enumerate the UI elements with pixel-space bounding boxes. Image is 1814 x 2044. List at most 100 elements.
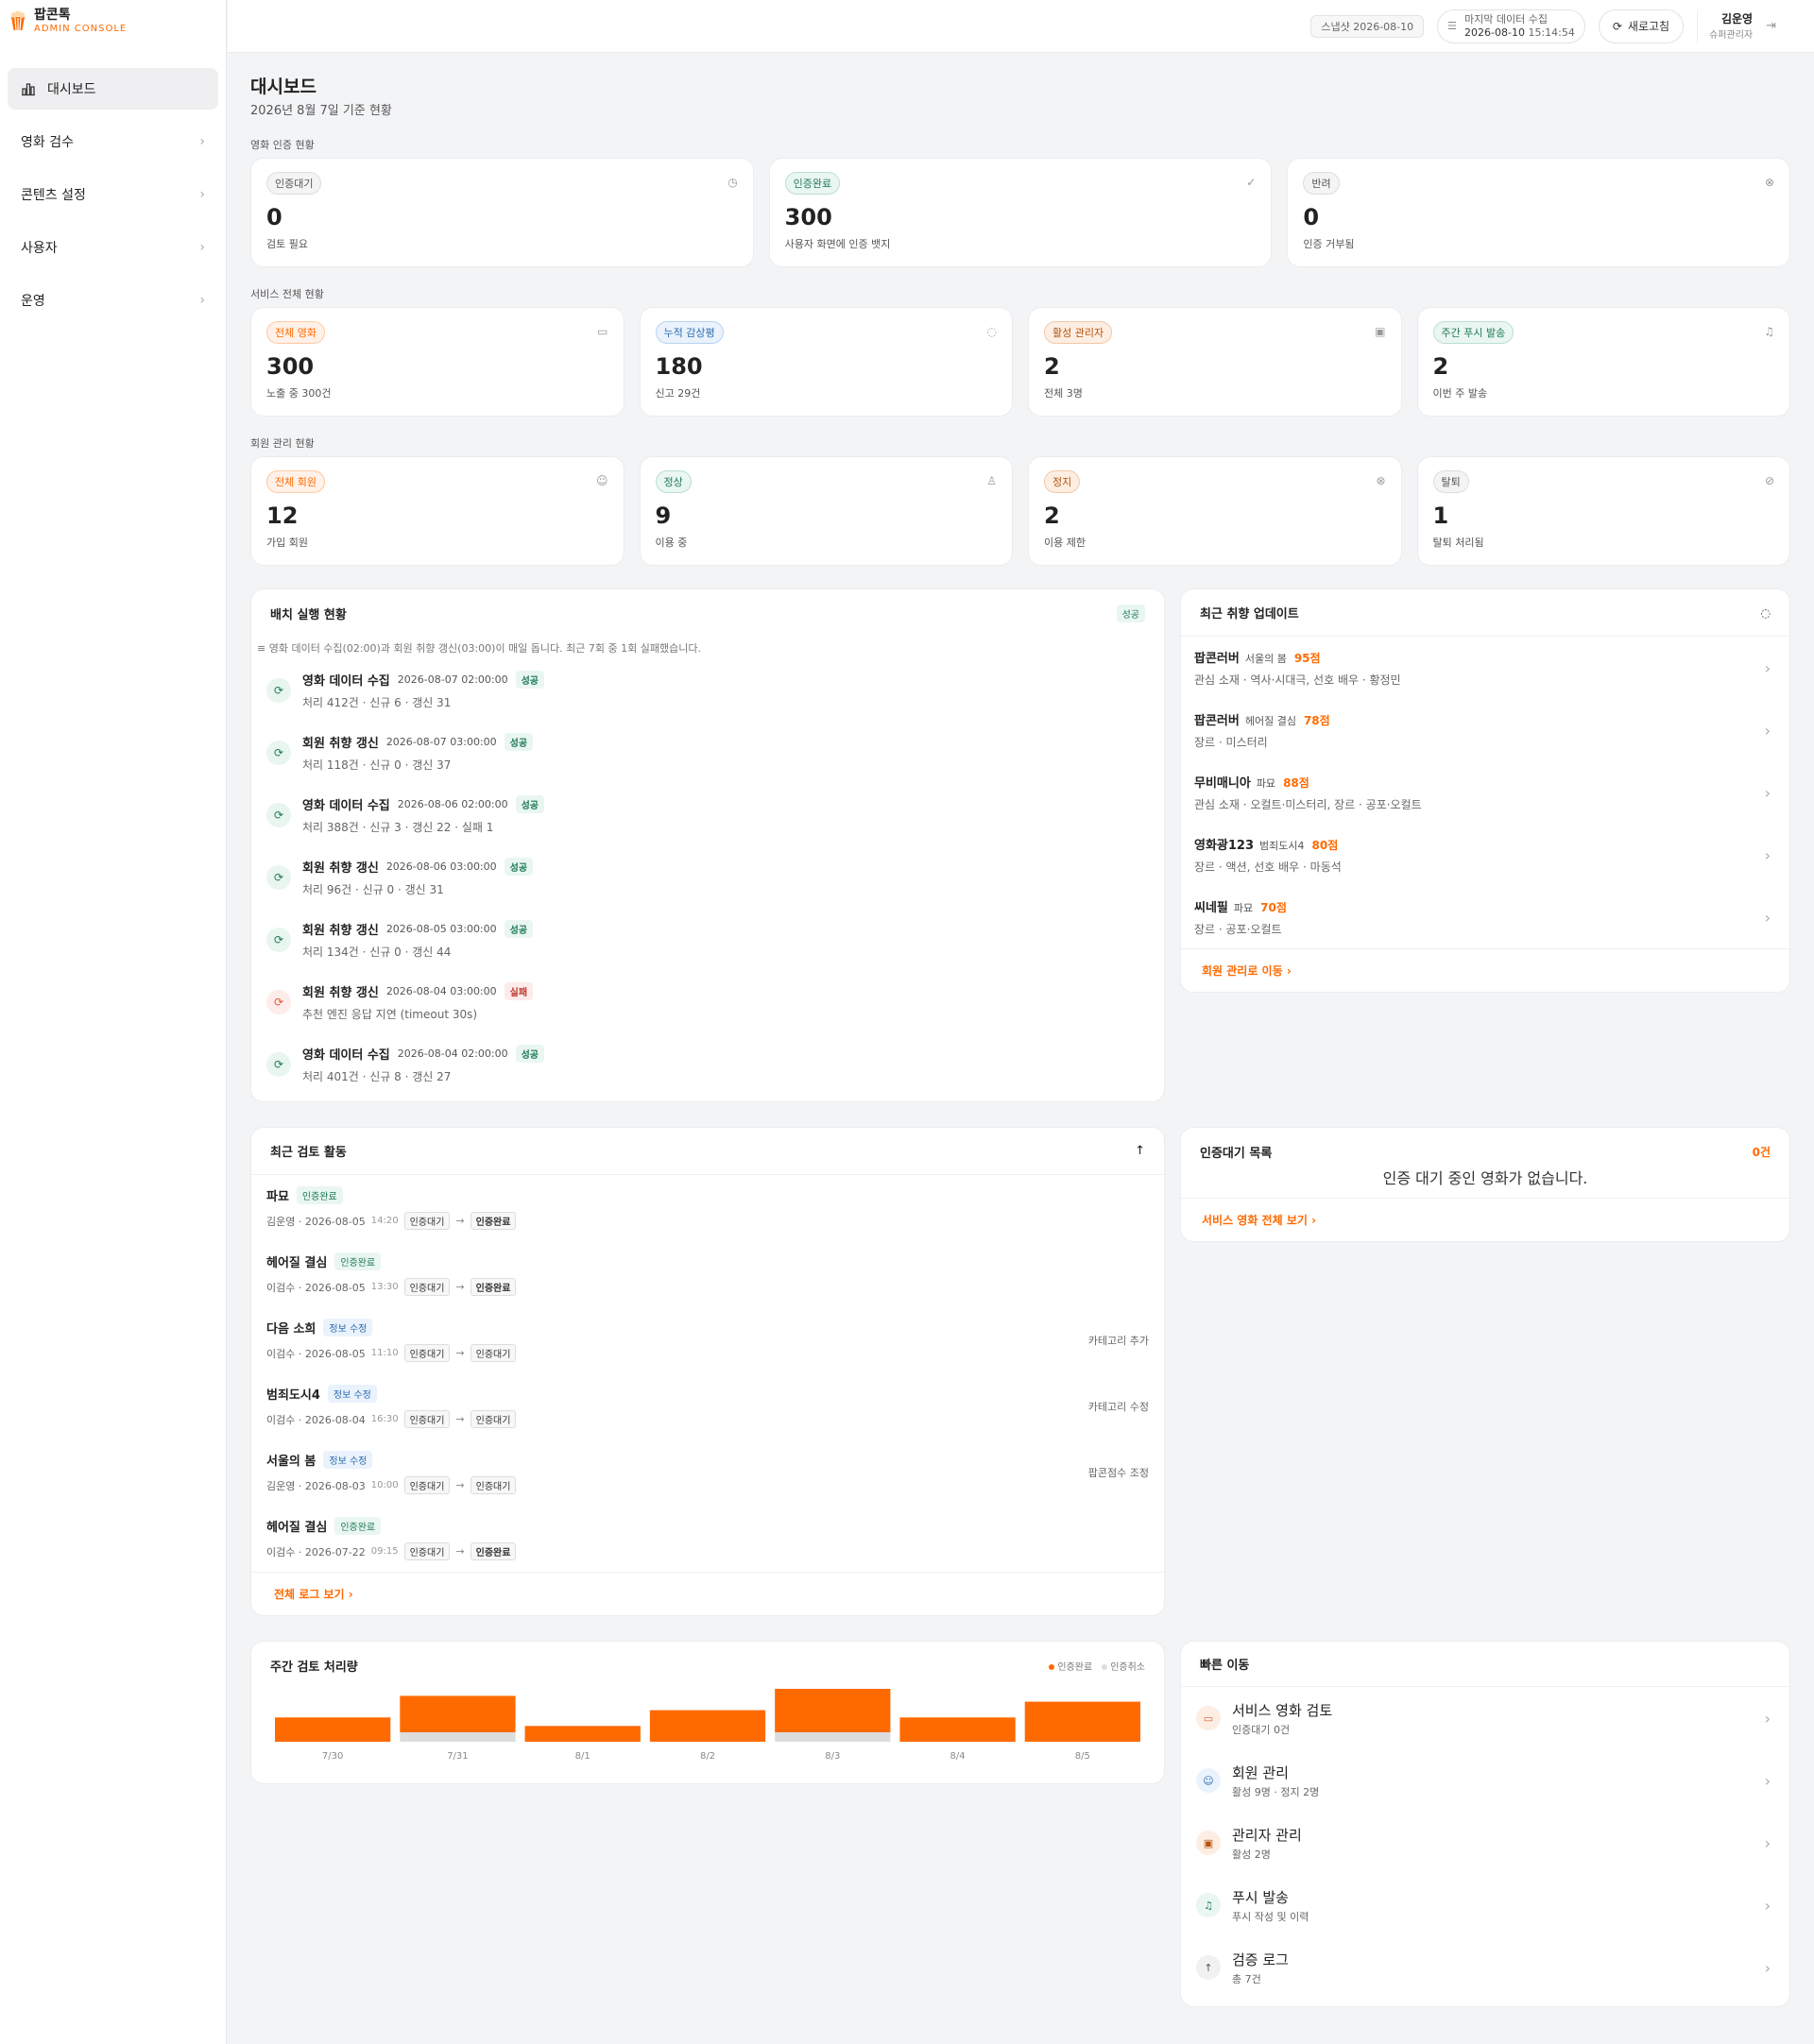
stat-tag: 반려 [1303,172,1340,195]
batch-item-body: 영화 데이터 수집 2026-08-04 02:00:00 성공 처리 401건 · … [302,1045,545,1096]
sidebar-item-dashboard[interactable]: 대시보드 [8,68,218,110]
taste-item[interactable]: 영화광123 범죄도시4 80점 장르 · 액션, 선호 배우 · 마동석 › [1181,824,1789,886]
stat-card-pending[interactable]: 인증대기 ◷ 0 검토 필요 [250,158,754,267]
batch-item-name: 영화 데이터 수집 [302,799,390,813]
quick-link-item[interactable]: ↑ 검증 로그 총 7건 › [1181,1936,1789,1999]
batch-item-body: 영화 데이터 수집 2026-08-06 02:00:00 성공 처리 388건 · … [302,795,545,846]
stat-tag: 인증완료 [784,172,841,195]
sidebar: 팝콘톡 ADMIN CONSOLE 대시보드 영화 검수 › 콘텐츠 설정 › … [0,0,227,2044]
review-item-header: 헤어질 결심 인증완료 [266,1252,516,1270]
last-collect-info: ☰ 마지막 데이터 수집 2026-08-10 15:14:54 [1437,9,1585,43]
batch-item[interactable]: ⟳ 회원 취향 갱신 2026-08-04 03:00:00 실패 추천 엔진 응답 지… [251,971,1164,1033]
taste-item[interactable]: 씨네필 파묘 70점 장르 · 공포·오컬트 › [1181,886,1789,948]
users-icon: ☺ [595,474,608,487]
member-manage-link[interactable]: 회원 관리로 이동 › [1181,948,1789,992]
sidebar-item-operations[interactable]: 운영 › [8,280,218,321]
stat-card-admins[interactable]: 활성 관리자 ▣ 2 전체 3명 [1028,307,1402,417]
weekly-bar-chart: 7/30 7/31 8/1 8/2 8/3 8/4 8/5 [275,1689,1140,1762]
taste-item-header: 팝콘러버 서울의 봄 95점 [1194,648,1401,666]
legend-dot [1049,1663,1055,1670]
review-item[interactable]: 헤어질 결심 인증완료이검수 · 2026-08-05 13:30 인증대기 → 인증완료 [251,1241,1164,1307]
state-to-chip: 인증대기 [470,1410,517,1428]
members-stats-row: 전체 회원 ☺ 12 가입 회원 정상 ♙ 9 이용 중 정지 ⊗ 2 이용 제… [250,456,1790,566]
chevron-right-icon: › [1764,721,1771,740]
review-item[interactable]: 헤어질 결심 인증완료 이검수 · 2026-07-22 09:15 인증대기 → 인증완료 [251,1506,1164,1572]
batch-item[interactable]: ⟳ 회원 취향 갱신 2026-08-06 03:00:00 성공 처리 96건 · 신… [251,846,1164,909]
stat-card-certified[interactable]: 인증완료 ✓ 300 사용자 화면에 인증 뱃지 [768,158,1273,267]
taste-movie: 헤어질 결심 [1244,715,1296,727]
batch-item-header: 영화 데이터 수집 2026-08-07 02:00:00 성공 [302,671,545,689]
batch-item[interactable]: ⟳ 회원 취향 갱신 2026-08-05 03:00:00 성공 처리 134건 · … [251,909,1164,971]
review-item-body: 파묘 인증완료 김운영 · 2026-08-05 14:20 인증대기 → 인증완료 [266,1186,517,1230]
quick-link-desc: 인증대기 0건 [1232,1723,1291,1736]
taste-user: 팝콘러버 [1194,652,1240,666]
quick-link-item[interactable]: ▣ 관리자 관리 활성 2명 › [1181,1812,1789,1874]
chevron-right-icon: › [1764,845,1771,864]
stat-card-withdrawn[interactable]: 탈퇴 ⊘ 1 탈퇴 처리됨 [1416,456,1790,566]
info-icon: ≡ [257,642,269,655]
all-logs-link[interactable]: 전체 로그 보기 › [251,1572,1164,1615]
batch-item[interactable]: ⟳ 회원 취향 갱신 2026-08-07 03:00:00 성공 처리 118건 · … [251,722,1164,784]
batch-item[interactable]: ⟳ 영화 데이터 수집 2026-08-04 02:00:00 성공 처리 401건 ·… [251,1033,1164,1096]
stat-card-reviews[interactable]: 누적 감상평 ◌ 180 신고 29건 [639,307,1013,417]
quick-link-item[interactable]: ♫ 푸시 발송 푸시 작성 및 이력 › [1181,1874,1789,1936]
logout-icon[interactable]: ⇥ [1766,19,1776,33]
state-to-chip: 인증완료 [470,1278,517,1296]
quick-link-item[interactable]: ☺ 회원 관리 활성 9명 · 정지 2명 › [1181,1749,1789,1812]
review-item[interactable]: 서울의 봄 정보 수정 김운영 · 2026-08-03 10:00 인증대기 → 인증대기… [251,1439,1164,1506]
refresh-button[interactable]: ⟳ 새로고침 [1598,9,1685,43]
quick-link-text: 관리자 관리 활성 2명 [1232,1825,1302,1862]
review-status: 정보 수정 [323,1319,373,1337]
briefcase-icon: ▣ [1375,325,1386,338]
taste-item[interactable]: 팝콘러버 헤어질 결심 78점 장르 · 미스터리 › [1181,699,1789,761]
all-movies-link[interactable]: 서비스 영화 전체 보기 › [1181,1198,1789,1241]
stat-desc: 이용 제한 [1044,537,1086,549]
review-item[interactable]: 범죄도시4 정보 수정 이검수 · 2026-08-04 16:30 인증대기 → 인증대기… [251,1373,1164,1439]
sync-icon: ⟳ [266,928,291,952]
review-meta: 이검수 · 2026-08-05 13:30 인증대기 → 인증완료 [266,1278,517,1296]
stat-card-suspended[interactable]: 정지 ⊗ 2 이용 제한 [1028,456,1402,566]
batch-item-status: 실패 [504,982,534,1000]
review-meta: 이검수 · 2026-08-05 11:10 인증대기 → 인증대기 [266,1344,517,1362]
chart-legend: 인증완료 인증취소 [1049,1659,1145,1673]
review-time: 14:20 [370,1216,399,1226]
batch-item-detail: 처리 412건 · 신규 6 · 갱신 31 [302,696,452,709]
state-from-chip: 인증대기 [403,1344,451,1362]
batch-item[interactable]: ⟳ 영화 데이터 수집 2026-08-06 02:00:00 성공 처리 388건 ·… [251,784,1164,846]
quick-panel: 빠른 이동 ▭ 서비스 영화 검토 인증대기 0건 › ☺ 회원 관리 활성 9명 · 정지… [1180,1641,1790,2007]
review-who: 이검수 · 2026-08-05 [266,1347,366,1360]
batch-item-time: 2026-08-07 02:00:00 [397,673,508,686]
review-item[interactable]: 다음 소희 정보 수정 이검수 · 2026-08-05 11:10 인증대기 → 인증대기… [251,1307,1164,1373]
film-icon: ▭ [597,325,608,338]
bar-done [775,1689,891,1732]
user-menu[interactable]: 김운영 슈퍼관리자 ⇥ [1697,9,1776,43]
stat-desc: 검토 필요 [266,238,308,250]
taste-item[interactable]: 팝콘러버 서울의 봄 95점 관심 소재 · 역사·시대극, 선호 배우 · 황정민 › [1181,637,1789,699]
state-to-chip: 인증대기 [470,1476,517,1494]
sidebar-item-content-settings[interactable]: 콘텐츠 설정 › [8,174,218,215]
arrow-up-icon[interactable]: ↑ [1135,1144,1145,1158]
review-time: 13:30 [370,1282,399,1292]
stat-card-push[interactable]: 주간 푸시 발송 ♫ 2 이번 주 발송 [1416,307,1790,417]
list-icon: ☰ [1447,20,1458,32]
review-item[interactable]: 파묘 인증완료 김운영 · 2026-08-05 14:20 인증대기 → 인증완료 [251,1175,1164,1241]
stat-card-rejected[interactable]: 반려 ⊗ 0 인증 거부됨 [1287,158,1791,267]
stat-card-active-members[interactable]: 정상 ♙ 9 이용 중 [639,456,1013,566]
sidebar-item-users[interactable]: 사용자 › [8,227,218,268]
taste-item-body: 팝콘러버 헤어질 결심 78점 장르 · 미스터리 [1194,710,1330,750]
stat-card-all-members[interactable]: 전체 회원 ☺ 12 가입 회원 [250,456,625,566]
chevron-right-icon: › [199,187,205,202]
quick-link-item[interactable]: ▭ 서비스 영화 검토 인증대기 0건 › [1181,1687,1789,1749]
sidebar-item-movie-review[interactable]: 영화 검수 › [8,121,218,162]
state-from-chip: 인증대기 [403,1476,451,1494]
stat-card-movies[interactable]: 전체 영화 ▭ 300 노출 중 300건 [250,307,625,417]
brand[interactable]: 팝콘톡 ADMIN CONSOLE [0,0,226,42]
sync-icon: ⟳ [266,1052,291,1077]
legend-label: 인증완료 [1057,1661,1093,1673]
batch-item-detail: 추천 엔진 응답 지연 (timeout 30s) [302,1008,478,1021]
sync-icon: ⟳ [266,678,291,703]
quick-link-body: ▭ 서비스 영화 검토 인증대기 0건 [1196,1700,1332,1737]
taste-item[interactable]: 무비매니아 파묘 88점 관심 소재 · 오컬트·미스터리, 장르 · 공포·오컬트 › [1181,761,1789,824]
batch-item[interactable]: ⟳ 영화 데이터 수집 2026-08-07 02:00:00 성공처리 412건 ·… [251,659,1164,722]
pending-count: 0건 [1752,1145,1771,1159]
